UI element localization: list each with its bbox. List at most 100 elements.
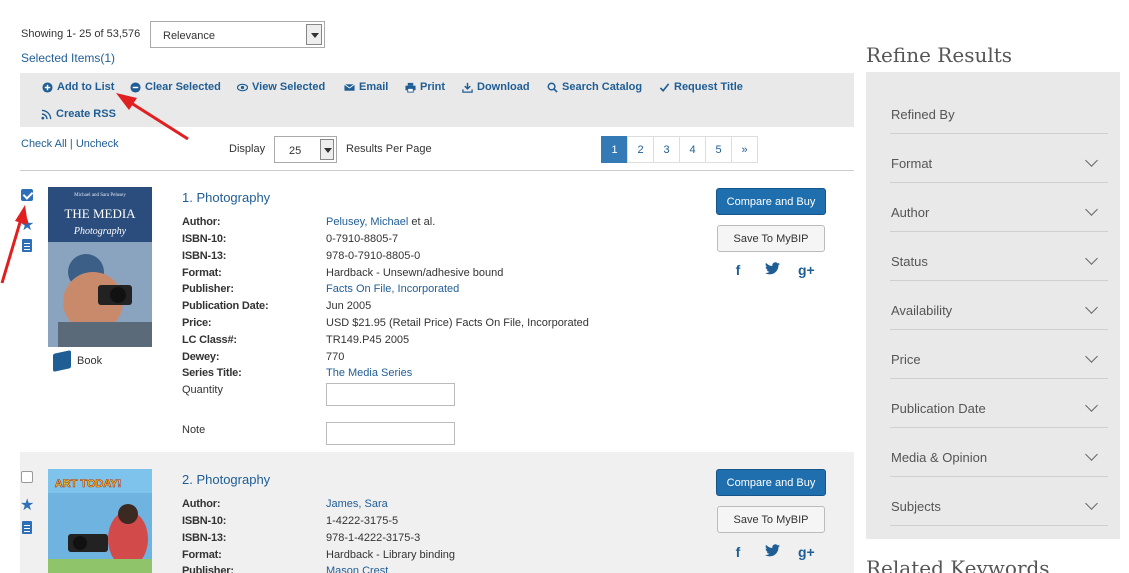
search-catalog-button[interactable]: Search Catalog (547, 81, 642, 93)
twitter-icon[interactable] (764, 544, 780, 560)
publisher-link[interactable]: Mason Crest (326, 565, 388, 573)
pagination: 1 2 3 4 5 » (601, 136, 758, 163)
book-cover-image[interactable]: Michael and Sara Pelusey THE MEDIA Photo… (48, 187, 152, 347)
facebook-icon[interactable]: f (730, 262, 746, 278)
email-button[interactable]: Email (344, 81, 388, 93)
note-input[interactable] (326, 422, 455, 445)
related-keywords-title: Related Keywords (866, 556, 1050, 573)
action-toolbar: Add to List Clear Selected View Selected… (20, 73, 854, 127)
facet-label: Availability (891, 303, 953, 318)
facet-author[interactable]: Author (890, 183, 1108, 232)
field-value: 1-4222-3175-5 (326, 515, 399, 527)
refined-by-label: Refined By (891, 107, 955, 122)
chevron-down-icon (1085, 350, 1098, 363)
field-key: ISBN-10: (182, 233, 227, 245)
social-share: f g+ (730, 544, 815, 560)
favorite-star-icon[interactable]: ★ (20, 498, 34, 514)
page-5-button[interactable]: 5 (705, 136, 732, 163)
save-to-mybip-button[interactable]: Save To MyBIP (717, 506, 825, 533)
print-label: Print (420, 81, 446, 93)
book-cover-image[interactable]: ART TODAY! (48, 469, 152, 573)
create-rss-button[interactable]: Create RSS (41, 108, 116, 120)
save-to-mybip-button[interactable]: Save To MyBIP (717, 225, 825, 252)
view-selected-label: View Selected (252, 81, 326, 93)
result-item: ★ Michael and Sara Pelusey THE MEDIA Pho… (20, 176, 854, 452)
field-value: 978-1-4222-3175-3 (326, 532, 421, 544)
download-button[interactable]: Download (462, 81, 530, 93)
compare-and-buy-button[interactable]: Compare and Buy (716, 469, 826, 496)
quantity-input[interactable] (326, 383, 455, 406)
field-key: Price: (182, 317, 212, 329)
document-icon[interactable] (22, 521, 32, 534)
cover-title-text: THE MEDIA (64, 206, 136, 221)
result-title-link[interactable]: 1. Photography (182, 190, 270, 205)
field-value: Pelusey, Michael et al. (326, 216, 435, 228)
divider (20, 170, 854, 171)
chevron-down-icon (1085, 399, 1098, 412)
field-key: ISBN-10: (182, 515, 227, 527)
page-4-button[interactable]: 4 (679, 136, 706, 163)
facet-status[interactable]: Status (890, 232, 1108, 281)
display-label: Display (229, 143, 266, 155)
author-link[interactable]: James, Sara (326, 498, 388, 510)
facet-label: Status (891, 254, 928, 269)
clear-selected-button[interactable]: Clear Selected (130, 81, 221, 93)
field-key: Format: (182, 267, 222, 279)
view-selected-button[interactable]: View Selected (237, 81, 325, 93)
field-value: 0-7910-8805-7 (326, 233, 399, 245)
facet-price[interactable]: Price (890, 330, 1108, 379)
publisher-link[interactable]: Facts On File, Incorporated (326, 283, 459, 295)
page-1-button[interactable]: 1 (601, 136, 628, 163)
add-to-list-button[interactable]: Add to List (42, 81, 114, 93)
selected-items-link[interactable]: Selected Items(1) (21, 51, 115, 65)
google-plus-icon[interactable]: g+ (798, 262, 815, 278)
sort-select[interactable]: Relevance (150, 21, 325, 48)
field-value: USD $21.95 (Retail Price) Facts On File,… (326, 317, 589, 329)
compare-and-buy-button[interactable]: Compare and Buy (716, 188, 826, 215)
facet-media-opinion[interactable]: Media & Opinion (890, 428, 1108, 477)
format-badge-label: Book (77, 355, 103, 367)
print-button[interactable]: Print (405, 81, 445, 93)
facebook-icon[interactable]: f (730, 544, 746, 560)
note-label: Note (182, 424, 206, 436)
quantity-label: Quantity (182, 384, 223, 396)
minus-circle-icon (130, 81, 141, 93)
facet-format[interactable]: Format (890, 134, 1108, 183)
series-title-link[interactable]: The Media Series (326, 367, 412, 379)
cover-authors-text: Michael and Sara Pelusey (74, 193, 126, 198)
results-per-page-select[interactable]: 25 (274, 136, 337, 163)
facet-publication-date[interactable]: Publication Date (890, 379, 1108, 428)
author-link[interactable]: Pelusey, Michael (326, 216, 408, 228)
field-key: Publisher: (182, 283, 234, 295)
request-title-button[interactable]: Request Title (659, 81, 743, 93)
twitter-icon[interactable] (764, 262, 780, 278)
facet-availability[interactable]: Availability (890, 281, 1108, 330)
page-3-button[interactable]: 3 (653, 136, 680, 163)
next-page-button[interactable]: » (731, 136, 758, 163)
search-catalog-label: Search Catalog (562, 81, 643, 93)
result-checkbox[interactable] (21, 189, 33, 201)
chevron-down-icon (1085, 448, 1098, 461)
facet-label: Format (891, 156, 933, 171)
result-title-link[interactable]: 2. Photography (182, 472, 270, 487)
field-value: Hardback - Library binding (326, 549, 456, 561)
social-share: f g+ (730, 262, 815, 278)
chevron-down-icon (1085, 203, 1098, 216)
field-key: Author: (182, 498, 221, 510)
facet-subjects[interactable]: Subjects (890, 477, 1108, 526)
google-plus-icon[interactable]: g+ (798, 544, 815, 560)
envelope-icon (344, 82, 355, 93)
result-checkbox[interactable] (21, 471, 33, 483)
field-key: ISBN-13: (182, 532, 227, 544)
document-icon[interactable] (22, 239, 32, 252)
field-value: TR149.P45 2005 (326, 334, 410, 346)
facet-label: Author (891, 205, 930, 220)
chevron-down-icon (306, 24, 322, 45)
results-count: Showing 1- 25 of 53,576 (21, 28, 141, 40)
book-icon (53, 350, 71, 372)
favorite-star-icon[interactable]: ★ (20, 218, 34, 234)
field-key: Publication Date: (182, 300, 269, 312)
check-all-uncheck-link[interactable]: Check All | Uncheck (21, 138, 119, 150)
eye-icon (237, 82, 248, 93)
page-2-button[interactable]: 2 (627, 136, 654, 163)
